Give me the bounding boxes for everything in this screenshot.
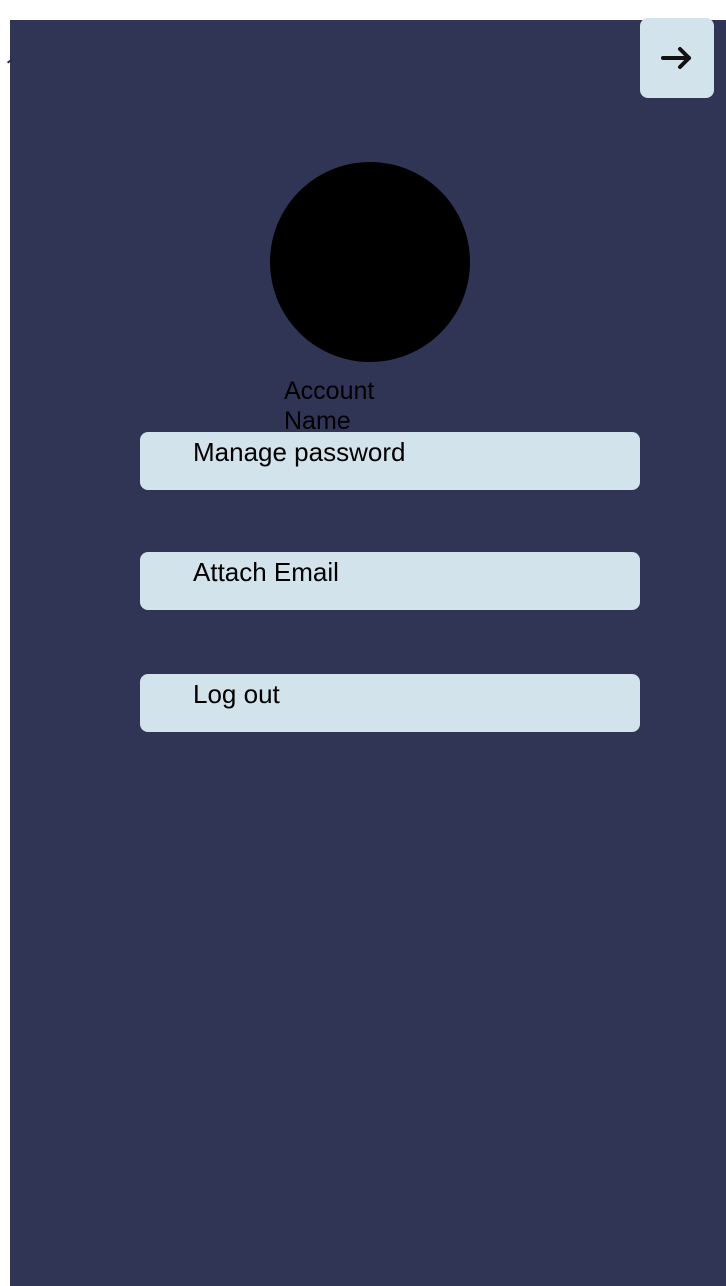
- account-name: Account Name: [284, 377, 375, 432]
- attach-email-button[interactable]: Attach Email: [140, 552, 640, 610]
- log-out-label: Log out: [193, 679, 280, 709]
- attach-email-label: Attach Email: [193, 557, 339, 587]
- log-out-button[interactable]: Log out: [140, 674, 640, 732]
- manage-password-button[interactable]: Manage password: [140, 432, 640, 490]
- manage-password-label: Manage password: [193, 437, 406, 467]
- forward-button[interactable]: [640, 18, 714, 98]
- avatar: [270, 162, 470, 362]
- arrow-right-icon: [655, 36, 699, 80]
